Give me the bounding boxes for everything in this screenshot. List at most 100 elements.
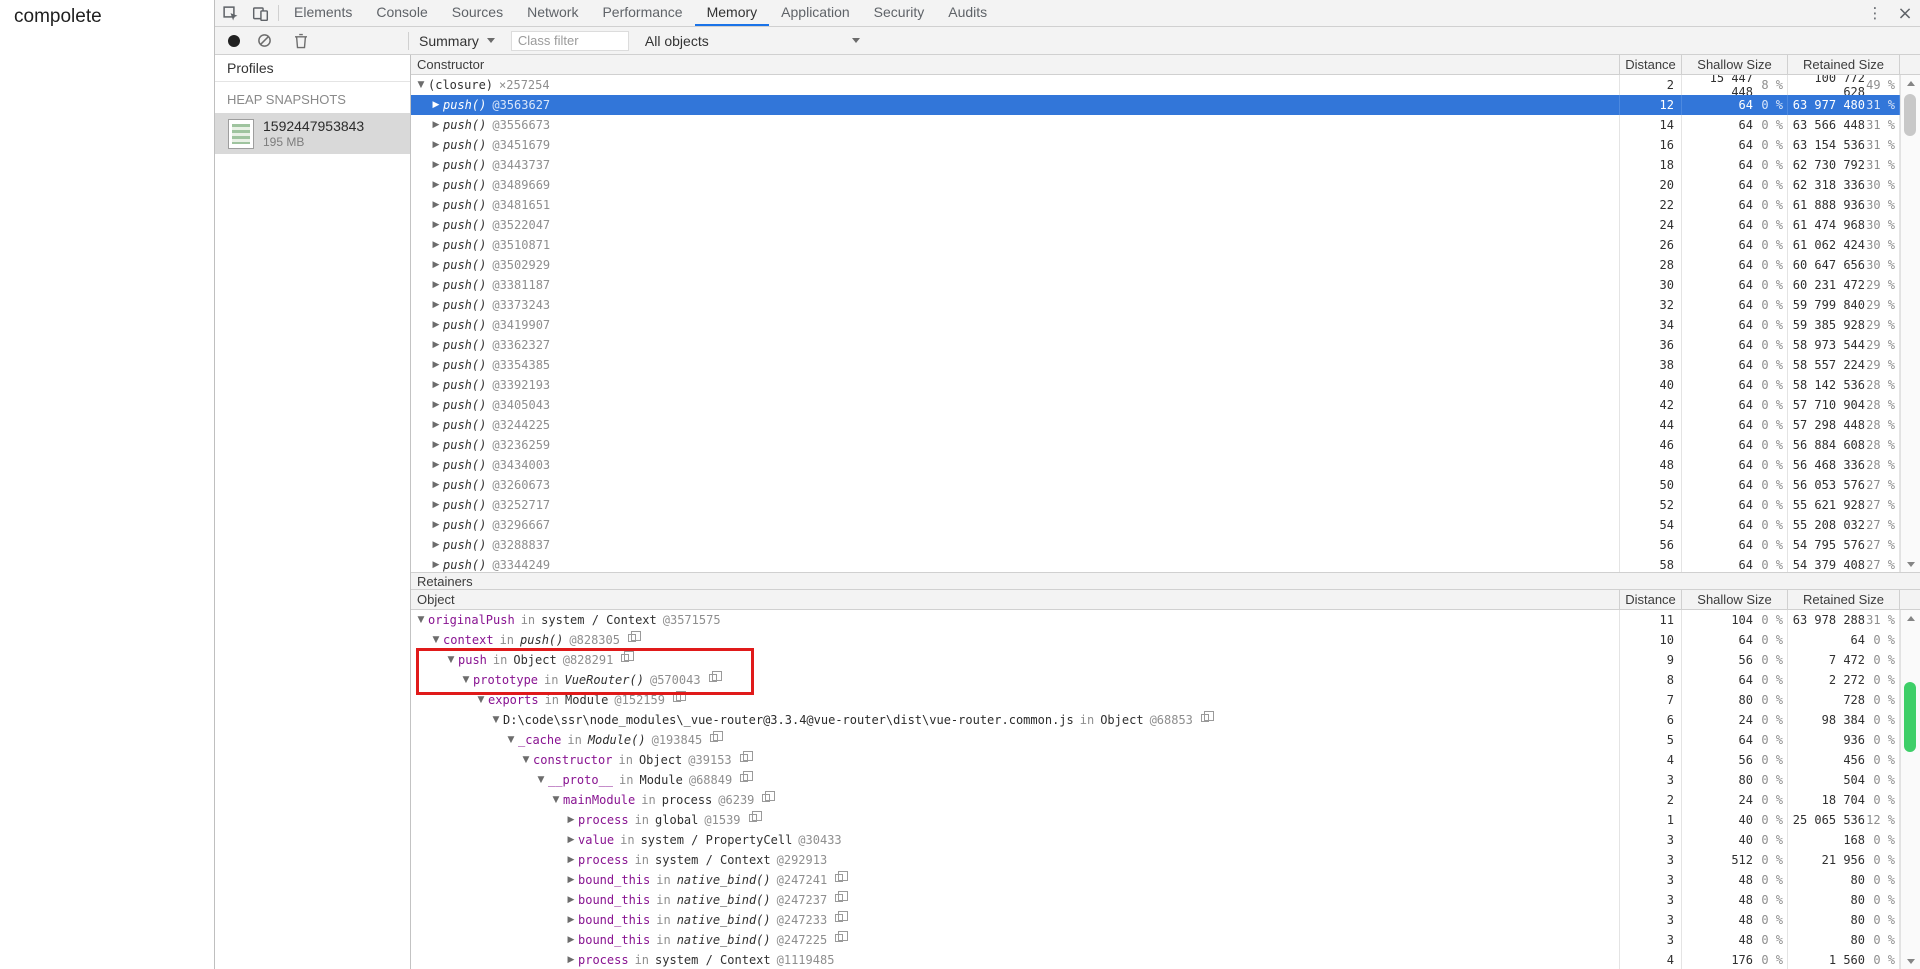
reveal-icon[interactable] [740, 771, 754, 782]
twisty-icon[interactable]: ▶ [429, 340, 443, 350]
reveal-icon[interactable] [835, 931, 849, 942]
retainer-row[interactable]: ▶ bound_this in native_bind() @247233 3 48 0 % 8… [411, 910, 1900, 930]
twisty-icon[interactable]: ▶ [564, 895, 578, 905]
constructor-row[interactable]: ▶ push() @3236259 46 64 0 % 56 884 608 28 % [411, 435, 1900, 455]
reveal-icon[interactable] [708, 671, 722, 682]
clear-profiles-icon[interactable] [257, 33, 272, 48]
reveal-icon[interactable] [710, 731, 724, 742]
twisty-icon[interactable]: ▶ [429, 360, 443, 370]
column-header-retained-size[interactable]: Retained Size [1788, 590, 1900, 609]
constructor-row[interactable]: ▶ push() @3451679 16 64 0 % 63 154 536 31 % [411, 135, 1900, 155]
constructor-row[interactable]: ▶ push() @3434003 48 64 0 % 56 468 336 28 % [411, 455, 1900, 475]
twisty-icon[interactable]: ▼ [414, 615, 428, 625]
twisty-icon[interactable]: ▶ [429, 160, 443, 170]
retainer-row[interactable]: ▶ bound_this in native_bind() @247225 3 48 0 % 8… [411, 930, 1900, 950]
constructor-row[interactable]: ▼ (closure) ×257254 2 15 447 448 8 % 100 772 6… [411, 75, 1900, 95]
twisty-icon[interactable]: ▶ [429, 120, 443, 130]
column-header-distance[interactable]: Distance [1620, 590, 1682, 609]
tab-application[interactable]: Application [769, 0, 862, 26]
constructor-row[interactable]: ▶ push() @3510871 26 64 0 % 61 062 424 30 % [411, 235, 1900, 255]
constructor-row[interactable]: ▶ push() @3392193 40 64 0 % 58 142 536 28 % [411, 375, 1900, 395]
constructor-row[interactable]: ▶ push() @3260673 50 64 0 % 56 053 576 27 % [411, 475, 1900, 495]
column-header-shallow-size[interactable]: Shallow Size [1682, 590, 1788, 609]
constructor-row[interactable]: ▶ push() @3522047 24 64 0 % 61 474 968 30 % [411, 215, 1900, 235]
twisty-icon[interactable]: ▼ [474, 695, 488, 705]
reveal-icon[interactable] [627, 631, 641, 642]
twisty-icon[interactable]: ▶ [564, 855, 578, 865]
constructor-row[interactable]: ▶ push() @3362327 36 64 0 % 58 973 544 29 % [411, 335, 1900, 355]
device-toolbar-icon[interactable] [245, 0, 275, 26]
scroll-up-icon[interactable] [1901, 75, 1920, 90]
twisty-icon[interactable]: ▼ [504, 735, 518, 745]
twisty-icon[interactable]: ▶ [429, 180, 443, 190]
twisty-icon[interactable]: ▶ [429, 520, 443, 530]
scroll-down-icon[interactable] [1901, 954, 1920, 969]
twisty-icon[interactable]: ▼ [519, 755, 533, 765]
retainer-row[interactable]: ▶ bound_this in native_bind() @247237 3 48 0 % 8… [411, 890, 1900, 910]
column-header-distance[interactable]: Distance [1620, 55, 1682, 74]
reveal-icon[interactable] [1200, 711, 1214, 722]
retainer-row[interactable]: ▶ process in system / Context @1119485 4 176 0 … [411, 950, 1900, 969]
perspective-select[interactable]: Summary [409, 27, 505, 54]
retainer-row[interactable]: ▼ constructor in Object @39153 4 56 0 % 456 0 % [411, 750, 1900, 770]
constructor-row[interactable]: ▶ push() @3443737 18 64 0 % 62 730 792 31 % [411, 155, 1900, 175]
retainer-row[interactable]: ▼ exports in Module @152159 7 80 0 % 728 0 % [411, 690, 1900, 710]
retainer-row[interactable]: ▼ push in Object @828291 9 56 0 % 7 472 0 % [411, 650, 1900, 670]
devtools-close-icon[interactable]: × [1890, 0, 1920, 26]
reveal-icon[interactable] [672, 691, 686, 702]
retainers-scrollbar[interactable] [1900, 610, 1920, 969]
twisty-icon[interactable]: ▶ [564, 815, 578, 825]
twisty-icon[interactable]: ▶ [429, 260, 443, 270]
twisty-icon[interactable]: ▼ [534, 775, 548, 785]
constructor-row[interactable]: ▶ push() @3405043 42 64 0 % 57 710 904 28 % [411, 395, 1900, 415]
retainer-row[interactable]: ▶ process in system / Context @292913 3 512 0 %… [411, 850, 1900, 870]
reveal-icon[interactable] [621, 651, 635, 662]
column-header-retained-size[interactable]: Retained Size [1788, 55, 1900, 74]
constructor-row[interactable]: ▶ push() @3354385 38 64 0 % 58 557 224 29 % [411, 355, 1900, 375]
twisty-icon[interactable]: ▶ [429, 460, 443, 470]
constructor-row[interactable]: ▶ push() @3344249 58 64 0 % 54 379 408 27 % [411, 555, 1900, 572]
reveal-icon[interactable] [835, 911, 849, 922]
retainer-row[interactable]: ▼ D:\code\ssr\node_modules\_vue-router@3.… [411, 710, 1900, 730]
twisty-icon[interactable]: ▼ [549, 795, 563, 805]
constructor-scrollbar[interactable] [1900, 75, 1920, 572]
inspect-element-icon[interactable] [215, 0, 245, 26]
twisty-icon[interactable]: ▶ [429, 280, 443, 290]
constructor-row[interactable]: ▶ push() @3556673 14 64 0 % 63 566 448 31 % [411, 115, 1900, 135]
devtools-menu-icon[interactable]: ⋮ [1860, 0, 1890, 26]
constructor-row[interactable]: ▶ push() @3419907 34 64 0 % 59 385 928 29 % [411, 315, 1900, 335]
retainer-row[interactable]: ▼ originalPush in system / Context @3571575 1… [411, 610, 1900, 630]
twisty-icon[interactable]: ▶ [429, 140, 443, 150]
twisty-icon[interactable]: ▶ [429, 400, 443, 410]
twisty-icon[interactable]: ▶ [429, 200, 443, 210]
delete-profile-icon[interactable] [294, 33, 308, 49]
constructor-row[interactable]: ▶ push() @3244225 44 64 0 % 57 298 448 28 % [411, 415, 1900, 435]
twisty-icon[interactable]: ▶ [564, 915, 578, 925]
twisty-icon[interactable]: ▼ [429, 635, 443, 645]
reveal-icon[interactable] [835, 891, 849, 902]
column-header-object[interactable]: Object [411, 590, 1620, 609]
constructor-row[interactable]: ▶ push() @3373243 32 64 0 % 59 799 840 29 % [411, 295, 1900, 315]
retainer-row[interactable]: ▼ prototype in VueRouter() @570043 8 64 0 % 2 27… [411, 670, 1900, 690]
reveal-icon[interactable] [748, 811, 762, 822]
twisty-icon[interactable]: ▶ [429, 480, 443, 490]
scroll-down-icon[interactable] [1901, 557, 1920, 572]
retainer-row[interactable]: ▶ bound_this in native_bind() @247241 3 48 0 % 8… [411, 870, 1900, 890]
record-heap-snapshot-icon[interactable] [228, 34, 240, 47]
tab-memory[interactable]: Memory [694, 0, 770, 26]
retainer-row[interactable]: ▶ value in system / PropertyCell @30433 3 40 0 … [411, 830, 1900, 850]
tab-performance[interactable]: Performance [590, 0, 694, 26]
retainer-row[interactable]: ▼ mainModule in process @6239 2 24 0 % 18 704 0 % [411, 790, 1900, 810]
twisty-icon[interactable]: ▶ [564, 835, 578, 845]
constructor-row[interactable]: ▶ push() @3288837 56 64 0 % 54 795 576 27 % [411, 535, 1900, 555]
retainer-row[interactable]: ▶ process in global @1539 1 40 0 % 25 065 536 12 … [411, 810, 1900, 830]
constructor-row[interactable]: ▶ push() @3296667 54 64 0 % 55 208 032 27 % [411, 515, 1900, 535]
column-header-shallow-size[interactable]: Shallow Size [1682, 55, 1788, 74]
constructor-row[interactable]: ▶ push() @3481651 22 64 0 % 61 888 936 30 % [411, 195, 1900, 215]
heap-snapshot-item[interactable]: 1592447953843 195 MB [215, 113, 410, 154]
reveal-icon[interactable] [739, 751, 753, 762]
tab-security[interactable]: Security [862, 0, 937, 26]
reveal-icon[interactable] [762, 791, 776, 802]
constructor-row[interactable]: ▶ push() @3489669 20 64 0 % 62 318 336 30 % [411, 175, 1900, 195]
twisty-icon[interactable]: ▶ [429, 300, 443, 310]
